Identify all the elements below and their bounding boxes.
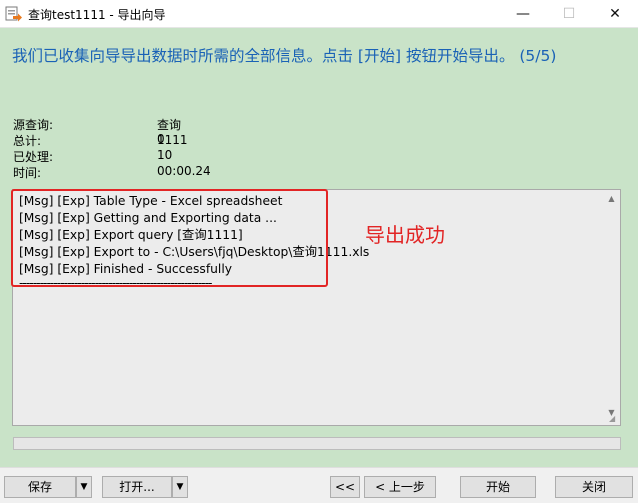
- open-dropdown-arrow-icon[interactable]: ▼: [172, 476, 188, 498]
- stat-label: 已处理:: [13, 150, 54, 164]
- stat-value: 10: [157, 148, 173, 162]
- window-title: 查询test1111 - 导出向导: [28, 8, 166, 22]
- success-highlight-box: [11, 189, 328, 287]
- open-button[interactable]: 打开...: [102, 476, 172, 498]
- resize-grip-icon[interactable]: ◢: [609, 414, 619, 424]
- close-button[interactable]: 关闭: [555, 476, 633, 498]
- scroll-up-icon[interactable]: ▲: [605, 192, 618, 205]
- save-button[interactable]: 保存: [4, 476, 76, 498]
- save-dropdown-arrow-icon[interactable]: ▼: [76, 476, 92, 498]
- maximize-button[interactable]: ☐: [546, 0, 592, 28]
- stat-label: 时间:: [13, 166, 42, 180]
- stat-value: 00:00.24: [157, 164, 211, 178]
- log-scrollbar[interactable]: ▲ ▼: [603, 190, 620, 425]
- title-bar: 查询test1111 - 导出向导 — ☐ ✕: [0, 0, 638, 28]
- minimize-button[interactable]: —: [500, 0, 546, 28]
- close-window-button[interactable]: ✕: [592, 0, 638, 28]
- success-annotation: 导出成功: [365, 223, 445, 247]
- back-button[interactable]: < 上一步: [364, 476, 436, 498]
- start-button[interactable]: 开始: [460, 476, 536, 498]
- stat-label: 总计:: [13, 134, 42, 148]
- export-progress-bar: [13, 437, 621, 450]
- first-page-button[interactable]: <<: [330, 476, 360, 498]
- stat-label: 源查询:: [13, 118, 54, 132]
- export-wizard-icon: [5, 6, 22, 22]
- stat-value: 0: [157, 132, 165, 146]
- footer-bar: 保存 ▼ 打开... ▼ << < 上一步 开始 关闭: [0, 467, 638, 503]
- wizard-headline: 我们已收集向导导出数据时所需的全部信息。点击 [开始] 按钮开始导出。 (5/5…: [12, 47, 557, 65]
